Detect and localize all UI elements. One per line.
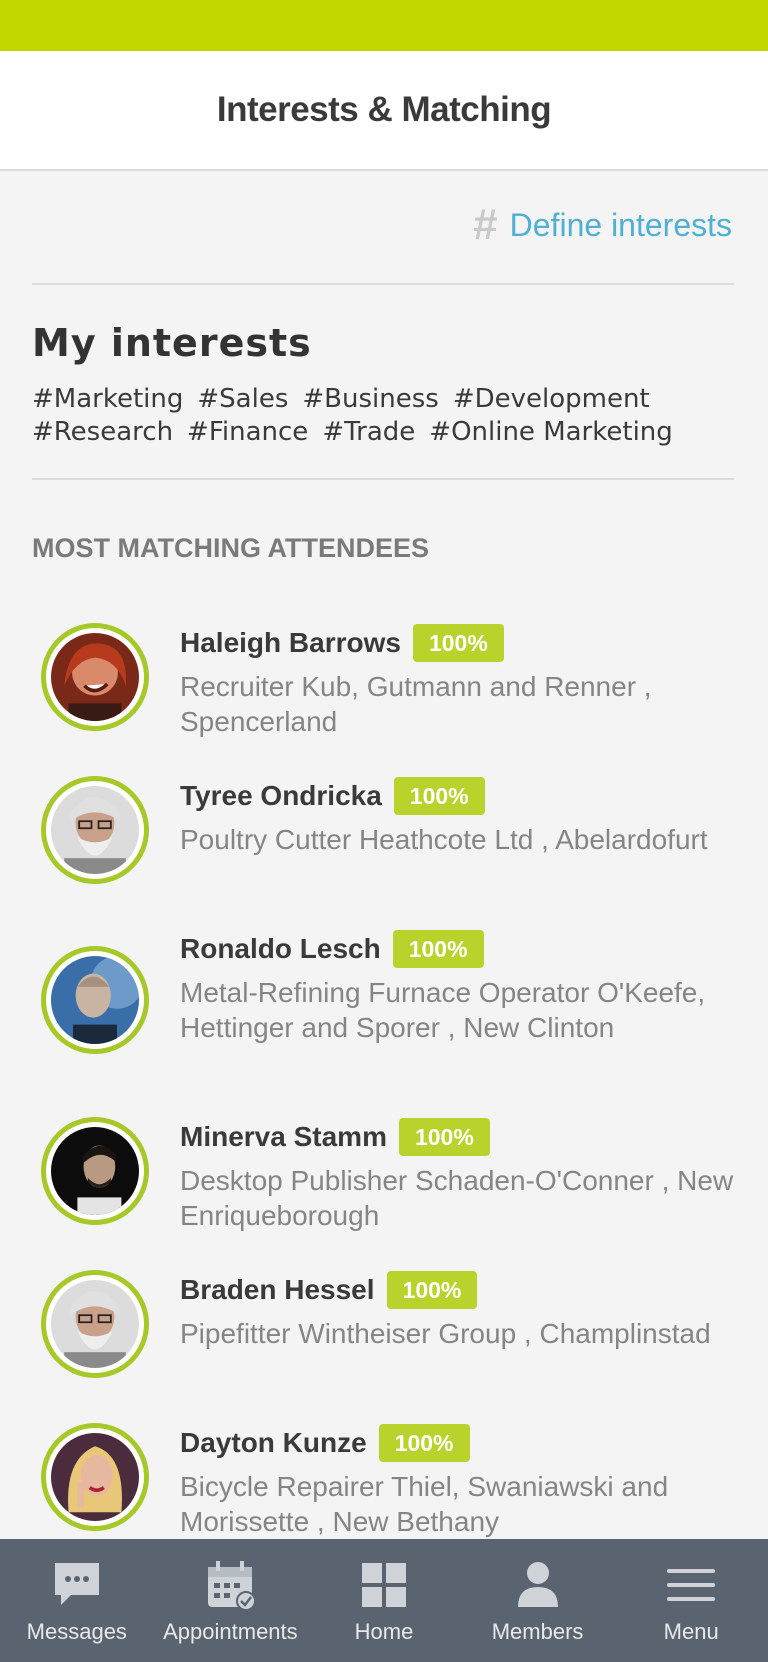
tab-appointments[interactable]: Appointments [154,1539,308,1662]
attendee-role: Poultry Cutter Heathcote Ltd , Abelardof… [180,824,708,855]
attendee-name: Tyree Ondricka [180,780,382,811]
main-content[interactable]: # Define interests My interests #Marketi… [0,173,768,1539]
divider [32,283,734,285]
interest-tag: #Marketing [32,384,184,414]
attendee-name: Minerva Stamm [180,1121,387,1152]
interest-tag: #Sales [197,384,289,414]
attendee-role: Bicycle Repairer Thiel, Swaniawski and M… [180,1471,669,1537]
attendee-role: Pipefitter Wintheiser Group , Champlinst… [180,1318,711,1349]
attendee-role: Desktop Publisher Schaden-O'Conner , New… [180,1165,734,1231]
attendee-name: Braden Hessel [180,1274,375,1305]
match-badge: 100% [378,1424,470,1462]
define-interests-label: Define interests [509,206,732,243]
status-bar [0,0,768,51]
avatar [41,623,149,731]
avatar [41,946,149,1054]
interest-tag: #Trade [322,417,416,447]
avatar [41,1117,149,1225]
interest-tag: #Development [452,384,650,414]
tab-appointments-label: Appointments [163,1619,298,1644]
match-badge: 100% [412,624,504,662]
tab-members[interactable]: Members [461,1539,615,1662]
calendar-check-icon [208,1561,257,1611]
tab-menu-label: Menu [663,1619,719,1644]
tab-messages[interactable]: Messages [0,1539,154,1662]
avatar [41,776,149,884]
tab-home-label: Home [354,1619,414,1644]
bottom-tab-bar: Messages Appointments Home Members Menu [0,1539,768,1662]
match-badge: 100% [398,1118,490,1156]
match-badge: 100% [393,777,485,815]
tab-members-label: Members [491,1619,584,1644]
my-interests-title: My interests [32,321,312,365]
app-header: Interests & Matching [0,51,768,171]
avatar [41,1270,149,1378]
tab-home[interactable]: Home [307,1539,461,1662]
interest-tag: #Finance [187,417,309,447]
interest-tag: #Research [32,417,174,447]
define-interests-link[interactable]: # Define interests [473,203,732,247]
attendee-name: Dayton Kunze [180,1427,367,1458]
attendee-name: Haleigh Barrows [180,627,401,658]
match-badge: 100% [392,930,484,968]
interest-tag: #Online Marketing [429,417,673,447]
divider [32,478,734,480]
interest-tag: #Business [302,384,439,414]
attendee-name: Ronaldo Lesch [180,933,381,964]
chat-bubble-icon [54,1563,99,1605]
page-title: Interests & Matching [216,90,552,129]
interest-tags: #Marketing #Sales #Business #Development #Re… [32,383,752,449]
matching-attendees-title: MOST MATCHING ATTENDEES [32,533,429,563]
attendee-role: Metal-Refining Furnace Operator O'Keefe,… [180,977,706,1043]
avatar [41,1423,149,1531]
attendee-role: Recruiter Kub, Gutmann and Renner , Spen… [180,671,652,737]
tab-menu[interactable]: Menu [614,1539,768,1662]
person-icon [517,1562,558,1607]
grid-icon [361,1563,406,1607]
match-badge: 100% [386,1271,478,1309]
tab-messages-label: Messages [26,1619,127,1644]
hamburger-icon [667,1569,716,1601]
hash-icon: # [473,200,498,249]
